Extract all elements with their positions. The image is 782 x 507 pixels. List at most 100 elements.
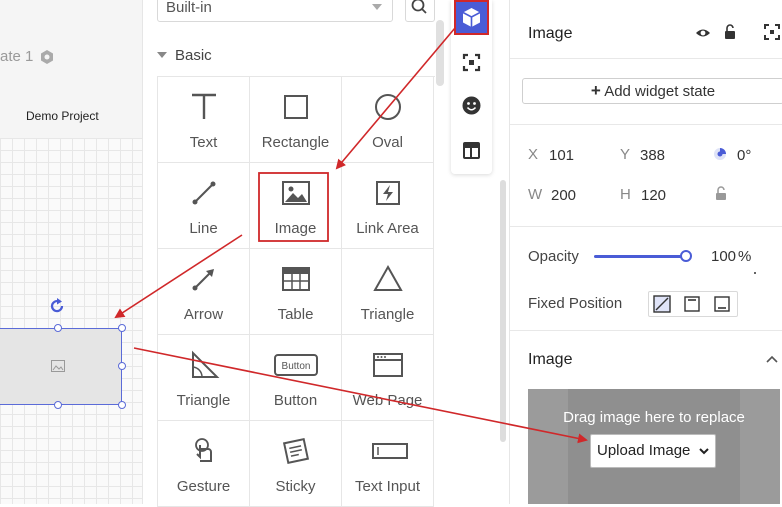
design-canvas[interactable]: ate 1 Demo Project [0,0,142,504]
table-icon [282,267,310,291]
opacity-slider-handle[interactable] [680,250,692,262]
widget-link-area[interactable]: Link Area [342,163,434,249]
resize-handle-bottom[interactable] [54,401,62,409]
upload-image-button[interactable]: Upload Image [590,434,716,468]
line-icon [192,181,216,205]
library-source-value: Built-in [166,0,212,16]
widget-label: Oval [372,134,403,151]
widget-table[interactable]: Table [250,249,342,335]
project-name: Demo Project [26,109,99,123]
opacity-value[interactable]: 100 [711,248,736,265]
widget-gesture[interactable]: Gesture [158,421,250,507]
gesture-icon [195,438,212,462]
sticky-icon [282,437,310,465]
widget-arrow[interactable]: Arrow [158,249,250,335]
widget-image[interactable]: Image [250,163,342,249]
emoji-icon [462,96,481,115]
inspector-title: Image [528,25,573,42]
widget-web-page[interactable]: Web Page [342,335,434,421]
visibility-eye-icon[interactable] [695,26,711,40]
widget-oval[interactable]: Oval [342,77,434,163]
fixed-top-icon[interactable] [683,295,701,313]
rotation-icon [714,148,726,160]
link-area-icon [376,181,400,205]
widget-label: Triangle [176,392,231,409]
section-basic-label: Basic [175,47,212,64]
library-scrollbar[interactable] [436,20,444,86]
oval-icon [375,94,401,120]
aspect-lock-icon[interactable] [715,186,727,201]
chevron-down-icon [372,4,382,10]
inspector-panel: Image + Add widget state X 101 Y 388 0° … [509,0,782,504]
x-label: X [528,146,539,163]
widget-label: Triangle [360,306,415,323]
widget-text[interactable]: Text [158,77,250,163]
section-basic-header[interactable]: Basic [157,47,212,64]
divider [510,124,782,125]
triangle-icon [373,264,403,291]
component-icon[interactable] [764,24,780,40]
widget-triangle[interactable]: Triangle [342,249,434,335]
fixed-none-icon[interactable] [653,295,671,313]
widget-label: Rectangle [261,134,330,151]
unlock-icon[interactable] [723,24,737,40]
templates-tab[interactable] [454,133,489,168]
widgets-tab[interactable] [454,0,489,35]
widget-rectangle[interactable]: Rectangle [250,77,342,163]
fixed-position-group [648,291,738,317]
text-input-icon [372,443,408,459]
h-input[interactable]: 120 [641,187,666,204]
selected-image-widget[interactable] [0,328,122,405]
rotate-handle-icon[interactable] [48,297,66,315]
image-section-title: Image [528,351,573,368]
add-widget-state-button[interactable]: + Add widget state [522,78,782,104]
panel-scrollbar[interactable] [500,180,506,442]
library-source-select[interactable]: Built-in [157,0,393,22]
resize-handle-right[interactable] [118,362,126,370]
w-label: W [528,186,543,203]
resize-handle-top-right[interactable] [118,324,126,332]
x-input[interactable]: 101 [549,147,574,164]
fixed-bottom-icon[interactable] [713,295,731,313]
image-drop-area[interactable]: Drag image here to replace Upload Image [528,389,780,504]
opacity-slider-track[interactable] [594,255,686,258]
widget-label: Arrow [183,306,224,323]
widget-line[interactable]: Line [158,163,250,249]
opacity-unit: % [738,248,752,265]
widget-sticky[interactable]: Sticky [250,421,342,507]
widget-right-triangle[interactable]: Triangle [158,335,250,421]
chevron-down-icon [699,448,709,455]
widget-text-input[interactable]: Text Input [342,421,434,507]
chevron-up-icon[interactable] [766,355,778,363]
widget-grid: Text Rectangle Oval Line Image Link Area… [157,76,435,507]
image-icon [282,181,310,205]
y-label: Y [620,146,631,163]
widget-label: Sticky [275,478,316,495]
templates-icon [463,142,480,159]
widget-label: Gesture [176,478,231,495]
widget-label: Line [189,220,218,237]
library-search-button[interactable] [405,0,435,22]
y-input[interactable]: 388 [640,147,665,164]
plus-icon: + [590,81,601,100]
widget-label: Button [273,392,318,409]
rectangle-icon [284,95,308,119]
button-icon-text: Button [282,361,311,372]
components-tab[interactable] [454,45,489,80]
add-widget-state-label: Add widget state [604,83,716,100]
rotation-input[interactable]: 0° [737,147,751,164]
state-settings-icon[interactable] [40,50,54,64]
widget-label: Table [277,306,314,323]
search-icon [411,0,427,14]
fixed-position-label: Fixed Position [528,295,623,312]
resize-handle-bottom-right[interactable] [118,401,126,409]
upload-image-label: Upload Image [597,442,691,459]
arrow-icon [192,269,214,291]
widget-label: Text Input [354,478,421,495]
canvas-grid [0,138,142,504]
emoji-tab[interactable] [454,88,489,123]
vertical-toolbar [451,0,492,174]
widget-button[interactable]: Button Button [250,335,342,421]
w-input[interactable]: 200 [551,187,576,204]
resize-handle-top[interactable] [54,324,62,332]
